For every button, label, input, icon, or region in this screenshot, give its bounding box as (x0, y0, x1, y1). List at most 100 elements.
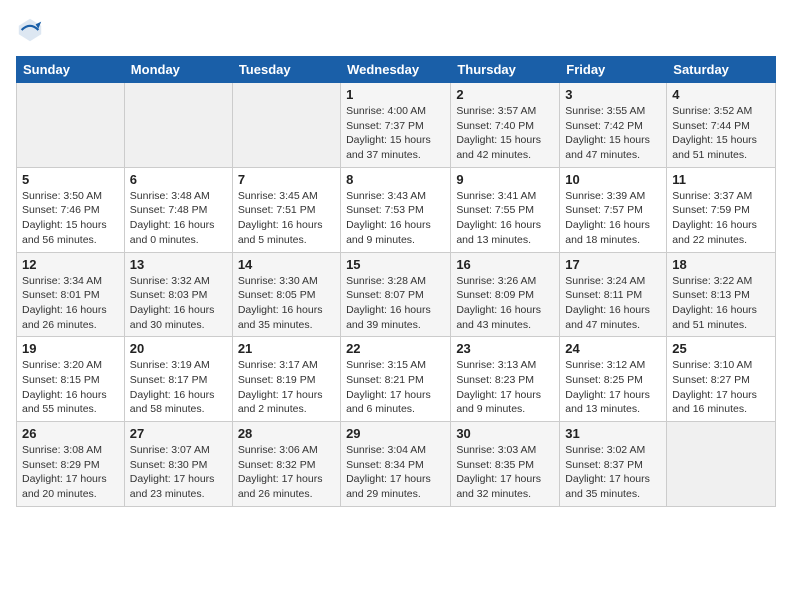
day-number: 9 (456, 172, 554, 187)
day-cell: 9 Sunrise: 3:41 AM Sunset: 7:55 PM Daylig… (451, 167, 560, 252)
day-number: 2 (456, 87, 554, 102)
day-number: 15 (346, 257, 445, 272)
day-cell: 1 Sunrise: 4:00 AM Sunset: 7:37 PM Daylig… (341, 83, 451, 168)
day-cell: 8 Sunrise: 3:43 AM Sunset: 7:53 PM Daylig… (341, 167, 451, 252)
day-number: 19 (22, 341, 119, 356)
day-cell: 18 Sunrise: 3:22 AM Sunset: 8:13 PM Dayli… (667, 252, 776, 337)
day-info: Sunrise: 3:24 AM Sunset: 8:11 PM Dayligh… (565, 274, 661, 333)
day-number: 6 (130, 172, 227, 187)
day-info: Sunrise: 3:30 AM Sunset: 8:05 PM Dayligh… (238, 274, 335, 333)
day-info: Sunrise: 3:10 AM Sunset: 8:27 PM Dayligh… (672, 358, 770, 417)
day-cell (124, 83, 232, 168)
day-info: Sunrise: 3:55 AM Sunset: 7:42 PM Dayligh… (565, 104, 661, 163)
day-cell: 31 Sunrise: 3:02 AM Sunset: 8:37 PM Dayli… (560, 422, 667, 507)
logo-icon (16, 16, 44, 44)
day-number: 28 (238, 426, 335, 441)
day-number: 23 (456, 341, 554, 356)
logo (16, 16, 48, 44)
day-cell: 17 Sunrise: 3:24 AM Sunset: 8:11 PM Dayli… (560, 252, 667, 337)
week-row-2: 5 Sunrise: 3:50 AM Sunset: 7:46 PM Daylig… (17, 167, 776, 252)
weekday-header-saturday: Saturday (667, 57, 776, 83)
weekday-header-sunday: Sunday (17, 57, 125, 83)
weekday-header-monday: Monday (124, 57, 232, 83)
day-number: 13 (130, 257, 227, 272)
day-info: Sunrise: 3:20 AM Sunset: 8:15 PM Dayligh… (22, 358, 119, 417)
day-info: Sunrise: 3:43 AM Sunset: 7:53 PM Dayligh… (346, 189, 445, 248)
day-info: Sunrise: 3:19 AM Sunset: 8:17 PM Dayligh… (130, 358, 227, 417)
day-cell: 12 Sunrise: 3:34 AM Sunset: 8:01 PM Dayli… (17, 252, 125, 337)
day-cell: 16 Sunrise: 3:26 AM Sunset: 8:09 PM Dayli… (451, 252, 560, 337)
day-info: Sunrise: 3:04 AM Sunset: 8:34 PM Dayligh… (346, 443, 445, 502)
day-cell: 26Sunrise: 3:08 AM Sunset: 8:29 PM Dayli… (17, 422, 125, 507)
day-cell: 15 Sunrise: 3:28 AM Sunset: 8:07 PM Dayli… (341, 252, 451, 337)
day-info: Sunrise: 3:22 AM Sunset: 8:13 PM Dayligh… (672, 274, 770, 333)
day-info: Sunrise: 3:41 AM Sunset: 7:55 PM Dayligh… (456, 189, 554, 248)
weekday-header-row: SundayMondayTuesdayWednesdayThursdayFrid… (17, 57, 776, 83)
day-info: Sunrise: 3:52 AM Sunset: 7:44 PM Dayligh… (672, 104, 770, 163)
day-cell (667, 422, 776, 507)
day-number: 17 (565, 257, 661, 272)
day-number: 24 (565, 341, 661, 356)
day-cell: 3 Sunrise: 3:55 AM Sunset: 7:42 PM Daylig… (560, 83, 667, 168)
day-info: Sunrise: 3:37 AM Sunset: 7:59 PM Dayligh… (672, 189, 770, 248)
day-cell: 29Sunrise: 3:04 AM Sunset: 8:34 PM Dayli… (341, 422, 451, 507)
day-info: Sunrise: 3:17 AM Sunset: 8:19 PM Dayligh… (238, 358, 335, 417)
day-info: Sunrise: 3:03 AM Sunset: 8:35 PM Dayligh… (456, 443, 554, 502)
weekday-header-tuesday: Tuesday (232, 57, 340, 83)
day-info: Sunrise: 3:12 AM Sunset: 8:25 PM Dayligh… (565, 358, 661, 417)
day-number: 27 (130, 426, 227, 441)
day-info: Sunrise: 3:39 AM Sunset: 7:57 PM Dayligh… (565, 189, 661, 248)
day-cell: 5 Sunrise: 3:50 AM Sunset: 7:46 PM Daylig… (17, 167, 125, 252)
day-info: Sunrise: 3:06 AM Sunset: 8:32 PM Dayligh… (238, 443, 335, 502)
weekday-header-friday: Friday (560, 57, 667, 83)
calendar-table: SundayMondayTuesdayWednesdayThursdayFrid… (16, 56, 776, 507)
day-cell (17, 83, 125, 168)
day-number: 7 (238, 172, 335, 187)
week-row-1: 1 Sunrise: 4:00 AM Sunset: 7:37 PM Daylig… (17, 83, 776, 168)
day-cell: 7 Sunrise: 3:45 AM Sunset: 7:51 PM Daylig… (232, 167, 340, 252)
day-cell: 14 Sunrise: 3:30 AM Sunset: 8:05 PM Dayli… (232, 252, 340, 337)
day-info: Sunrise: 3:07 AM Sunset: 8:30 PM Dayligh… (130, 443, 227, 502)
day-cell: 2 Sunrise: 3:57 AM Sunset: 7:40 PM Daylig… (451, 83, 560, 168)
day-info: Sunrise: 3:45 AM Sunset: 7:51 PM Dayligh… (238, 189, 335, 248)
day-cell: 10 Sunrise: 3:39 AM Sunset: 7:57 PM Dayli… (560, 167, 667, 252)
day-info: Sunrise: 3:08 AM Sunset: 8:29 PM Dayligh… (22, 443, 119, 502)
day-number: 16 (456, 257, 554, 272)
page-header (16, 16, 776, 44)
week-row-5: 26Sunrise: 3:08 AM Sunset: 8:29 PM Dayli… (17, 422, 776, 507)
day-info: Sunrise: 3:26 AM Sunset: 8:09 PM Dayligh… (456, 274, 554, 333)
day-info: Sunrise: 3:48 AM Sunset: 7:48 PM Dayligh… (130, 189, 227, 248)
day-number: 1 (346, 87, 445, 102)
day-number: 10 (565, 172, 661, 187)
day-cell: 28 Sunrise: 3:06 AM Sunset: 8:32 PM Dayli… (232, 422, 340, 507)
day-cell (232, 83, 340, 168)
day-number: 14 (238, 257, 335, 272)
day-info: Sunrise: 4:00 AM Sunset: 7:37 PM Dayligh… (346, 104, 445, 163)
day-number: 22 (346, 341, 445, 356)
day-cell: 13 Sunrise: 3:32 AM Sunset: 8:03 PM Dayli… (124, 252, 232, 337)
day-info: Sunrise: 3:02 AM Sunset: 8:37 PM Dayligh… (565, 443, 661, 502)
day-number: 30 (456, 426, 554, 441)
day-number: 8 (346, 172, 445, 187)
week-row-3: 12 Sunrise: 3:34 AM Sunset: 8:01 PM Dayli… (17, 252, 776, 337)
day-number: 5 (22, 172, 119, 187)
day-info: Sunrise: 3:28 AM Sunset: 8:07 PM Dayligh… (346, 274, 445, 333)
day-info: Sunrise: 3:57 AM Sunset: 7:40 PM Dayligh… (456, 104, 554, 163)
day-cell: 22Sunrise: 3:15 AM Sunset: 8:21 PM Dayli… (341, 337, 451, 422)
day-cell: 4Sunrise: 3:52 AM Sunset: 7:44 PM Daylig… (667, 83, 776, 168)
day-number: 11 (672, 172, 770, 187)
day-number: 21 (238, 341, 335, 356)
day-number: 31 (565, 426, 661, 441)
day-info: Sunrise: 3:50 AM Sunset: 7:46 PM Dayligh… (22, 189, 119, 248)
day-cell: 27 Sunrise: 3:07 AM Sunset: 8:30 PM Dayli… (124, 422, 232, 507)
day-number: 3 (565, 87, 661, 102)
day-info: Sunrise: 3:32 AM Sunset: 8:03 PM Dayligh… (130, 274, 227, 333)
day-info: Sunrise: 3:34 AM Sunset: 8:01 PM Dayligh… (22, 274, 119, 333)
day-number: 12 (22, 257, 119, 272)
day-cell: 24 Sunrise: 3:12 AM Sunset: 8:25 PM Dayli… (560, 337, 667, 422)
day-number: 25 (672, 341, 770, 356)
day-cell: 6 Sunrise: 3:48 AM Sunset: 7:48 PM Daylig… (124, 167, 232, 252)
day-cell: 30 Sunrise: 3:03 AM Sunset: 8:35 PM Dayli… (451, 422, 560, 507)
day-number: 18 (672, 257, 770, 272)
weekday-header-wednesday: Wednesday (341, 57, 451, 83)
